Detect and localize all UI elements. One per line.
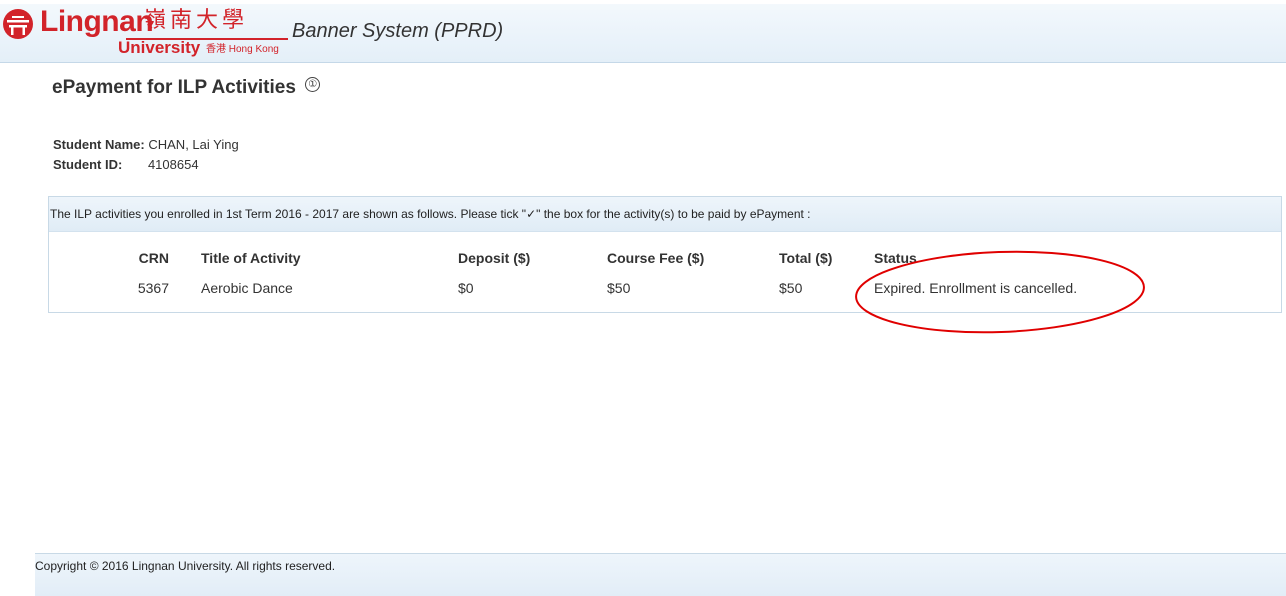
lingnan-emblem-icon: [3, 9, 33, 39]
info-icon[interactable]: ①: [305, 77, 321, 92]
table-header-row: CRN Title of Activity Deposit ($) Course…: [135, 243, 1174, 273]
logo-university-text: University: [118, 38, 201, 57]
logo-chinese-name: 嶺南大學: [144, 8, 249, 33]
page-footer: Copyright © 2016 Lingnan University. All…: [35, 553, 1286, 596]
activities-instruction: The ILP activities you enrolled in 1st T…: [50, 207, 811, 221]
header-top-strip: [0, 0, 1286, 4]
cell-status: Expired. Enrollment is cancelled.: [874, 280, 1078, 296]
copyright-text: Copyright © 2016 Lingnan University. All…: [35, 559, 336, 573]
cell-deposit: $0: [458, 280, 474, 296]
column-header-title: Title of Activity: [201, 250, 301, 266]
student-id-label: Student ID:: [53, 157, 123, 172]
cell-total: $50: [779, 280, 803, 296]
activities-instruction-bar: The ILP activities you enrolled in 1st T…: [49, 197, 1281, 232]
column-header-course-fee: Course Fee ($): [607, 250, 705, 266]
cell-title: Aerobic Dance: [201, 280, 293, 296]
activities-panel: The ILP activities you enrolled in 1st T…: [48, 196, 1282, 313]
student-name-row: Student Name: CHAN, Lai Ying: [53, 137, 239, 152]
logo-wordmark: Lingnan: [40, 5, 154, 38]
student-id-row: Student ID: 4108654: [53, 157, 199, 172]
student-name-value: CHAN, Lai Ying: [148, 137, 239, 152]
cell-crn: 5367: [137, 280, 169, 296]
page-title: ePayment for ILP Activities ①: [52, 77, 321, 99]
column-header-status: Status: [874, 250, 917, 266]
logo-hongkong-text: 香港 Hong Kong: [206, 44, 279, 55]
column-header-crn: CRN: [138, 250, 169, 266]
student-id-value: 4108654: [147, 157, 199, 172]
cell-course-fee: $50: [607, 280, 631, 296]
column-header-total: Total ($): [779, 250, 833, 266]
page-title-text: ePayment for ILP Activities: [52, 77, 296, 98]
column-header-deposit: Deposit ($): [458, 250, 531, 266]
activities-table: CRN Title of Activity Deposit ($) Course…: [135, 243, 1174, 303]
app-header: Lingnan 嶺南大學 University 香港 Hong Kong Ban…: [0, 0, 1286, 63]
table-row: 5367 Aerobic Dance $0 $50 $50 Expired. E…: [135, 273, 1174, 303]
student-name-label: Student Name:: [53, 137, 145, 152]
system-title: Banner System (PPRD): [292, 20, 504, 42]
